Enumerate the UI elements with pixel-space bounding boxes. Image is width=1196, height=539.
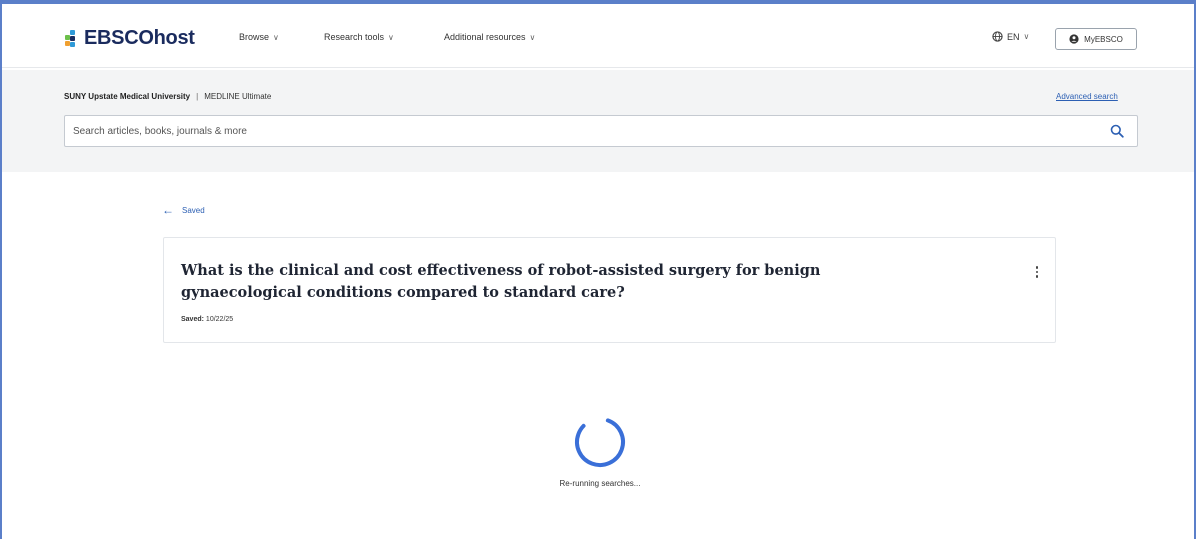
nav-additional-resources-label: Additional resources (444, 32, 526, 42)
saved-label: Saved: (181, 316, 204, 323)
myebsco-label: MyEBSCO (1084, 34, 1123, 44)
back-to-saved-link[interactable]: ← Saved (162, 204, 205, 216)
logo-text: EBSCOhost (84, 26, 195, 49)
database-name: MEDLINE Ultimate (204, 92, 272, 101)
globe-icon (992, 31, 1003, 42)
context-separator: | (196, 92, 199, 101)
language-label: EN (1007, 31, 1020, 42)
search-input[interactable] (73, 116, 1093, 146)
loading-status: Re-running searches... (559, 479, 641, 488)
chevron-down-icon: ∨ (273, 32, 279, 42)
browser-frame: EBSCOhost Browse ∨ Research tools ∨ Addi… (0, 0, 1196, 539)
logo-mark-icon (64, 28, 80, 48)
nav-research-tools-label: Research tools (324, 32, 385, 42)
back-label: Saved (182, 205, 205, 215)
saved-date-line: Saved: 10/22/25 (181, 316, 233, 323)
chevron-down-icon: ∨ (388, 32, 394, 42)
institution-name: SUNY Upstate Medical University (64, 92, 191, 101)
nav-additional-resources[interactable]: Additional resources ∨ (444, 32, 535, 42)
saved-search-title: What is the clinical and cost effectiven… (181, 262, 821, 301)
arrow-left-icon: ← (162, 203, 174, 217)
advanced-search-link[interactable]: Advanced search (1056, 92, 1118, 101)
saved-date: 10/22/25 (205, 316, 234, 323)
search-band: SUNY Upstate Medical University | MEDLINE … (2, 70, 1194, 172)
nav-research-tools[interactable]: Research tools ∨ (324, 32, 394, 42)
nav-browse-label: Browse (239, 32, 270, 42)
database-context: SUNY Upstate Medical University | MEDLINE … (64, 92, 271, 101)
chevron-down-icon: ∨ (1023, 32, 1030, 41)
spinner-icon (575, 417, 625, 467)
search-box (64, 115, 1138, 147)
search-button[interactable] (1105, 120, 1129, 142)
top-header: EBSCOhost Browse ∨ Research tools ∨ Addi… (2, 4, 1194, 68)
ebsco-logo[interactable]: EBSCOhost (64, 24, 195, 52)
search-icon (1110, 124, 1124, 138)
kebab-menu-icon[interactable] (1032, 264, 1042, 280)
myebsco-button[interactable]: MyEBSCO (1055, 28, 1137, 50)
chevron-down-icon: ∨ (529, 32, 536, 42)
user-icon (1069, 34, 1079, 44)
saved-search-card: What is the clinical and cost effectiven… (163, 237, 1056, 343)
nav-browse[interactable]: Browse ∨ (239, 32, 279, 42)
language-selector[interactable]: EN ∨ (992, 31, 1029, 42)
